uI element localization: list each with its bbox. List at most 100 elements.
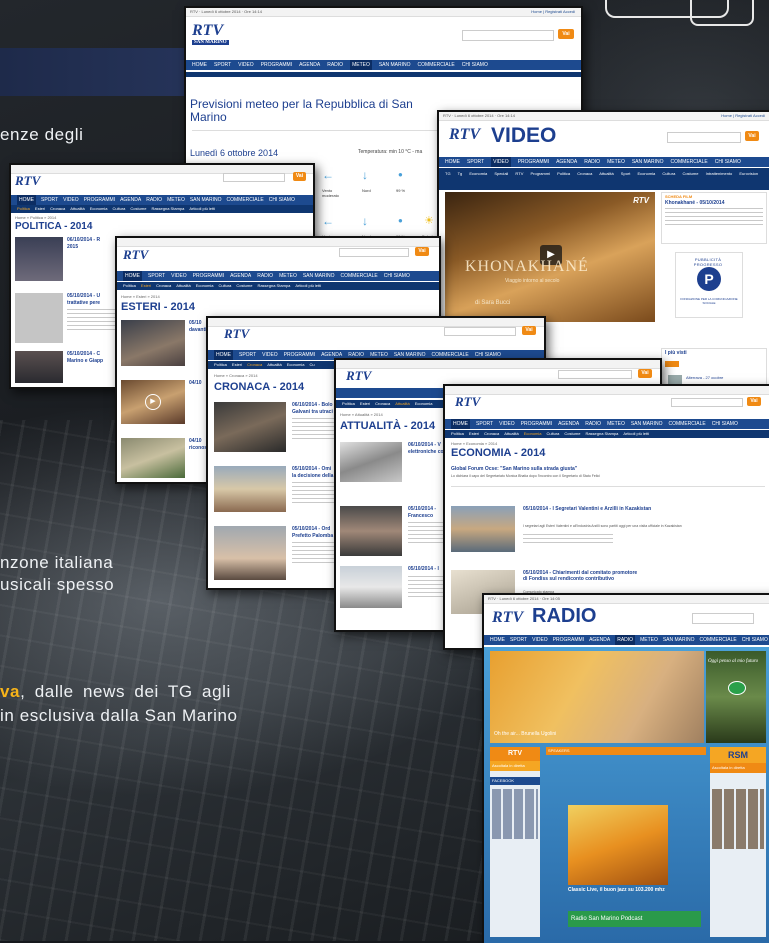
article-thumbnail[interactable]	[340, 566, 402, 608]
nav-item[interactable]: PROGRAMMI	[193, 271, 224, 281]
subnav-item[interactable]: Rassegna Stampa	[257, 282, 290, 290]
nav-item[interactable]: VIDEO	[499, 419, 515, 429]
nav-item[interactable]: CHI SIAMO	[269, 195, 295, 205]
nav-item-active[interactable]: RADIO	[615, 635, 636, 645]
subnav-item[interactable]: Politica	[342, 400, 355, 408]
subnav-item[interactable]: Articoli più letti	[295, 282, 321, 290]
article-item[interactable]: ▶ 04/10	[121, 380, 209, 424]
article-headline[interactable]: 06/10/2014 - R	[67, 237, 100, 243]
nav-item[interactable]: SAN MARINO	[303, 271, 335, 281]
nav-item[interactable]: METEO	[607, 419, 625, 429]
nav-item[interactable]: COMMERCIALE	[700, 635, 737, 645]
nav-item[interactable]: PROGRAMMI	[521, 419, 552, 429]
nav-item[interactable]: RADIO	[146, 195, 162, 205]
subnav-item-active[interactable]: Esteri	[141, 282, 151, 290]
search-input[interactable]	[462, 30, 554, 41]
article-item[interactable]: 06/10/2014 - R 2015	[15, 237, 115, 281]
rsm-logo[interactable]: RSM	[710, 747, 766, 763]
nav-item[interactable]: COMMERCIALE	[227, 195, 264, 205]
nav-item[interactable]: VIDEO	[238, 60, 254, 70]
nav-item[interactable]: RADIO	[585, 419, 601, 429]
article-item[interactable]: 04/10 riconosc	[121, 438, 210, 478]
search-button[interactable]: Vai	[747, 397, 761, 406]
search-button[interactable]: Vai	[522, 326, 536, 335]
article-headline[interactable]: 05/10/2014 - Omi	[292, 466, 331, 472]
search-input[interactable]	[444, 327, 516, 336]
nav-item[interactable]: COMMERCIALE	[671, 157, 708, 167]
subnav-item[interactable]: Cultura	[219, 282, 232, 290]
subnav-item[interactable]: Economia	[287, 361, 305, 369]
article-headline[interactable]: 05/10/2014 - Chiarimenti dal comitato pr…	[523, 570, 643, 582]
article-headline-cont[interactable]: Marino e Giapp	[67, 358, 103, 364]
article-thumbnail[interactable]	[121, 438, 185, 478]
article-item[interactable]: 06/10/2014 - V elettroniche co	[340, 442, 450, 482]
rtv-radio-logo[interactable]: RTV	[490, 747, 540, 761]
article-headline[interactable]: 04/10	[189, 380, 202, 386]
rtv-logo[interactable]: RTV SAN MARINO	[192, 22, 229, 45]
nav-item-active[interactable]: HOME	[214, 350, 233, 360]
article-item[interactable]: 06/10/2014 - Bolo Galvani tra utraci	[214, 402, 340, 452]
nav-item[interactable]: SPORT	[467, 157, 484, 167]
subnav-item[interactable]: Cu	[310, 361, 315, 369]
nav-item[interactable]: VIDEO	[171, 271, 187, 281]
article-thumbnail[interactable]: ▶	[121, 380, 185, 424]
search-input[interactable]	[667, 132, 741, 143]
subnav-item[interactable]: Attualità	[176, 282, 190, 290]
nav-item[interactable]: RADIO	[327, 60, 343, 70]
nav-item[interactable]: PROGRAMMI	[261, 60, 292, 70]
ad-banner[interactable]: PUBBLICITÀ PROGRESSO P FONDAZIONE PER LA…	[675, 252, 743, 318]
nav-item[interactable]: SPORT	[476, 419, 493, 429]
nav-item[interactable]: AGENDA	[558, 419, 579, 429]
subnav-item[interactable]: Rassegna Stampa	[151, 205, 184, 213]
nav-item[interactable]: AGENDA	[556, 157, 577, 167]
nav-item[interactable]: VIDEO	[262, 350, 278, 360]
side-banner[interactable]: Oggi penso al mio futuro	[706, 651, 766, 743]
rsm-faces[interactable]	[712, 789, 764, 849]
nav-item[interactable]: PROGRAMMI	[84, 195, 115, 205]
subnav-item[interactable]: Politica	[557, 171, 570, 176]
subnav-item[interactable]: Sport	[621, 171, 631, 176]
article-thumbnail[interactable]	[451, 506, 515, 552]
listen-live-button[interactable]: Ascoltala in diretta	[490, 761, 540, 771]
subnav-item[interactable]: Speciali RTV	[494, 171, 523, 176]
article-headline-cont[interactable]: la decisione della	[292, 473, 333, 479]
search-input[interactable]	[339, 248, 409, 257]
nav-item-active[interactable]: VIDEO	[491, 157, 511, 167]
subnav-item[interactable]: Costume	[682, 171, 698, 176]
subnav-item[interactable]: Rassegna Stampa	[585, 430, 618, 438]
nav-item[interactable]: VIDEO	[532, 635, 548, 645]
nav-item-active[interactable]: HOME	[17, 195, 36, 205]
subnav-item[interactable]: Cronaca	[375, 400, 390, 408]
subnav-item[interactable]: Attualità	[70, 205, 84, 213]
article-item[interactable]: 05/10/2014 - C Marino e Giapp	[15, 351, 115, 387]
article-item[interactable]: 05/10/2014 - Ord Prefetto Palomba	[214, 526, 340, 580]
facebook-faces[interactable]	[492, 789, 538, 839]
nav-item[interactable]: SPORT	[239, 350, 256, 360]
lead-headline[interactable]: Global Forum Ocse: "San Marino sulla str…	[451, 466, 577, 472]
nav-item[interactable]: HOME	[192, 60, 207, 70]
rtv-logo[interactable]: RTV	[492, 609, 523, 627]
nav-item[interactable]: METEO	[607, 157, 625, 167]
nav-item[interactable]: RADIO	[257, 271, 273, 281]
article-thumbnail[interactable]	[214, 526, 286, 580]
classic-live-title[interactable]: Classic Live, il buon jazz su 103.200 mh…	[568, 887, 688, 893]
nav-item[interactable]: CHI SIAMO	[715, 157, 741, 167]
search-button[interactable]: Vai	[558, 29, 574, 39]
rtv-logo[interactable]: RTV	[123, 247, 148, 263]
nav-item-active[interactable]: METEO	[350, 60, 372, 70]
search-input[interactable]	[671, 398, 743, 407]
nav-item[interactable]: SAN MARINO	[663, 635, 695, 645]
subnav-item[interactable]: Attualità	[504, 430, 518, 438]
nav-item-active[interactable]: HOME	[451, 419, 470, 429]
nav-item[interactable]: COMMERCIALE	[418, 60, 455, 70]
nav-item[interactable]: PROGRAMMI	[518, 157, 549, 167]
nav-item[interactable]: SAN MARINO	[631, 419, 663, 429]
subnav-item[interactable]: Economia	[637, 171, 655, 176]
article-headline-cont[interactable]: Francesco	[408, 513, 433, 519]
subnav-item-active[interactable]: Attualità	[395, 400, 409, 408]
rtv-logo[interactable]: RTV	[455, 394, 480, 410]
nav-item[interactable]: METEO	[640, 635, 658, 645]
article-headline-cont[interactable]: elettroniche co	[408, 449, 444, 455]
film-card[interactable]: SCHEDA FILM Khonakhané - 05/10/2014	[661, 192, 767, 244]
subnav-item[interactable]: TG	[445, 171, 451, 176]
